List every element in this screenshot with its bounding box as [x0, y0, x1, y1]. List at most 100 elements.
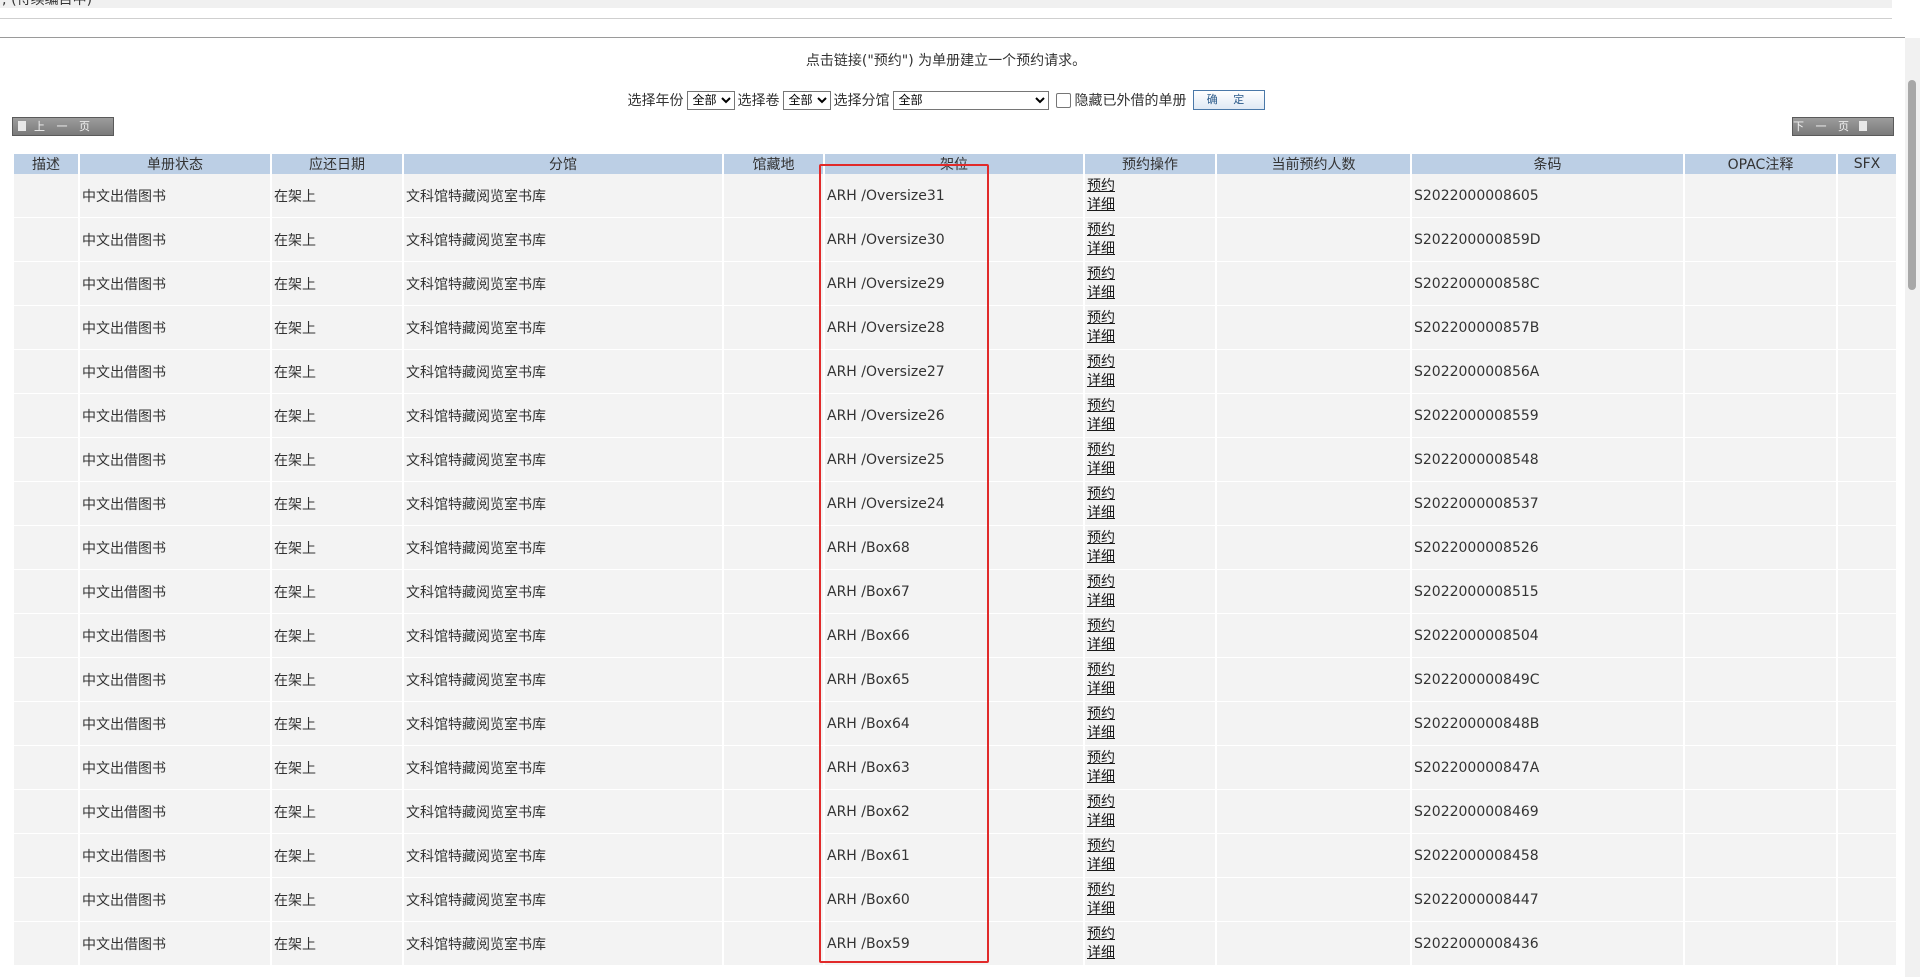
hide-loaned-checkbox[interactable]: [1055, 92, 1071, 108]
details-link[interactable]: 详细: [1087, 240, 1213, 259]
table-row: 中文出借图书 在架上 文科馆特藏阅览室书库 ARH /Oversize31 预约 详细 S2…: [14, 174, 1896, 218]
sublibrary-cell: 文科馆特藏阅览室书库: [404, 174, 722, 218]
col-header[interactable]: 分馆: [404, 154, 722, 174]
details-link[interactable]: 详细: [1087, 460, 1213, 479]
hold-count-cell: [1217, 394, 1410, 438]
prev-page-label: 上 一 页: [34, 120, 94, 133]
actions-cell: 预约 详细: [1085, 306, 1215, 350]
due-date-cell: 在架上: [272, 614, 402, 658]
actions-cell: 预约 详细: [1085, 218, 1215, 262]
previous-section-strip: ; (待续编目中): [0, 0, 1892, 8]
description-cell: [14, 614, 78, 658]
hold-count-cell: [1217, 790, 1410, 834]
details-link[interactable]: 详细: [1087, 944, 1213, 963]
sfx-cell: [1838, 570, 1896, 614]
status-cell: 中文出借图书: [80, 746, 270, 790]
hold-count-cell: [1217, 614, 1410, 658]
details-link[interactable]: 详细: [1087, 592, 1213, 611]
reserve-link[interactable]: 预约: [1087, 397, 1213, 416]
sublibrary-select[interactable]: 全部: [892, 90, 1049, 110]
sfx-cell: [1838, 350, 1896, 394]
table-row: 中文出借图书 在架上 文科馆特藏阅览室书库 ARH /Oversize25 预约 详细 S2…: [14, 438, 1896, 482]
col-header[interactable]: 描述: [14, 154, 78, 174]
prev-page-button[interactable]: 上 一 页: [12, 117, 114, 136]
col-header[interactable]: 应还日期: [272, 154, 402, 174]
confirm-button[interactable]: 确 定: [1192, 90, 1265, 110]
col-header[interactable]: SFX: [1838, 154, 1896, 174]
details-link[interactable]: 详细: [1087, 636, 1213, 655]
reserve-link[interactable]: 预约: [1087, 881, 1213, 900]
reserve-link[interactable]: 预约: [1087, 441, 1213, 460]
table-row: 中文出借图书 在架上 文科馆特藏阅览室书库 ARH /Box61 预约 详细 S202200…: [14, 834, 1896, 878]
reserve-link[interactable]: 预约: [1087, 661, 1213, 680]
due-date-cell: 在架上: [272, 702, 402, 746]
col-header[interactable]: 馆藏地: [724, 154, 823, 174]
details-link[interactable]: 详细: [1087, 284, 1213, 303]
status-cell: 中文出借图书: [80, 526, 270, 570]
hold-count-cell: [1217, 834, 1410, 878]
opac-note-cell: [1685, 878, 1836, 922]
details-link[interactable]: 详细: [1087, 900, 1213, 919]
details-link[interactable]: 详细: [1087, 768, 1213, 787]
reserve-link[interactable]: 预约: [1087, 793, 1213, 812]
table-row: 中文出借图书 在架上 文科馆特藏阅览室书库 ARH /Box66 预约 详细 S202200…: [14, 614, 1896, 658]
details-link[interactable]: 详细: [1087, 372, 1213, 391]
hide-loaned-label: 隐藏已外借的单册: [1074, 93, 1187, 109]
barcode-cell: S2022000008605: [1412, 174, 1683, 218]
col-header[interactable]: 单册状态: [80, 154, 270, 174]
barcode-cell: S2022000008526: [1412, 526, 1683, 570]
description-cell: [14, 306, 78, 350]
col-header[interactable]: 条码: [1412, 154, 1683, 174]
hold-count-cell: [1217, 658, 1410, 702]
details-link[interactable]: 详细: [1087, 680, 1213, 699]
barcode-cell: S202200000848B: [1412, 702, 1683, 746]
details-link[interactable]: 详细: [1087, 328, 1213, 347]
reserve-link[interactable]: 预约: [1087, 573, 1213, 592]
description-cell: [14, 482, 78, 526]
reserve-link[interactable]: 预约: [1087, 749, 1213, 768]
reserve-link[interactable]: 预约: [1087, 837, 1213, 856]
collection-cell: [724, 438, 823, 482]
reserve-link[interactable]: 预约: [1087, 617, 1213, 636]
due-date-cell: 在架上: [272, 438, 402, 482]
details-link[interactable]: 详细: [1087, 812, 1213, 831]
col-header[interactable]: 当前预约人数: [1217, 154, 1410, 174]
description-cell: [14, 262, 78, 306]
col-header[interactable]: 预约操作: [1085, 154, 1215, 174]
year-select[interactable]: 全部: [686, 90, 735, 110]
details-link[interactable]: 详细: [1087, 196, 1213, 215]
details-link[interactable]: 详细: [1087, 548, 1213, 567]
details-link[interactable]: 详细: [1087, 416, 1213, 435]
year-label: 选择年份: [627, 93, 684, 109]
volume-select[interactable]: 全部: [782, 90, 831, 110]
reserve-link[interactable]: 预约: [1087, 485, 1213, 504]
scrollbar-thumb[interactable]: [1908, 80, 1916, 290]
description-cell: [14, 570, 78, 614]
col-header[interactable]: 架位: [825, 154, 1083, 174]
due-date-cell: 在架上: [272, 218, 402, 262]
details-link[interactable]: 详细: [1087, 504, 1213, 523]
next-page-button[interactable]: 下 一 页: [1792, 117, 1894, 136]
hold-count-cell: [1217, 174, 1410, 218]
reserve-link[interactable]: 预约: [1087, 221, 1213, 240]
barcode-cell: S2022000008469: [1412, 790, 1683, 834]
reserve-link[interactable]: 预约: [1087, 705, 1213, 724]
table-row: 中文出借图书 在架上 文科馆特藏阅览室书库 ARH /Oversize24 预约 详细 S2…: [14, 482, 1896, 526]
sublibrary-cell: 文科馆特藏阅览室书库: [404, 570, 722, 614]
reserve-link[interactable]: 预约: [1087, 177, 1213, 196]
opac-note-cell: [1685, 306, 1836, 350]
col-header[interactable]: OPAC注释: [1685, 154, 1836, 174]
details-link[interactable]: 详细: [1087, 856, 1213, 875]
hold-count-cell: [1217, 922, 1410, 966]
reserve-link[interactable]: 预约: [1087, 309, 1213, 328]
reserve-link[interactable]: 预约: [1087, 353, 1213, 372]
opac-note-cell: [1685, 350, 1836, 394]
reserve-link[interactable]: 预约: [1087, 925, 1213, 944]
reserve-link[interactable]: 预约: [1087, 265, 1213, 284]
actions-cell: 预约 详细: [1085, 790, 1215, 834]
reserve-link[interactable]: 预约: [1087, 529, 1213, 548]
actions-cell: 预约 详细: [1085, 834, 1215, 878]
next-arrow-icon: [1859, 121, 1867, 131]
sfx-cell: [1838, 174, 1896, 218]
details-link[interactable]: 详细: [1087, 724, 1213, 743]
